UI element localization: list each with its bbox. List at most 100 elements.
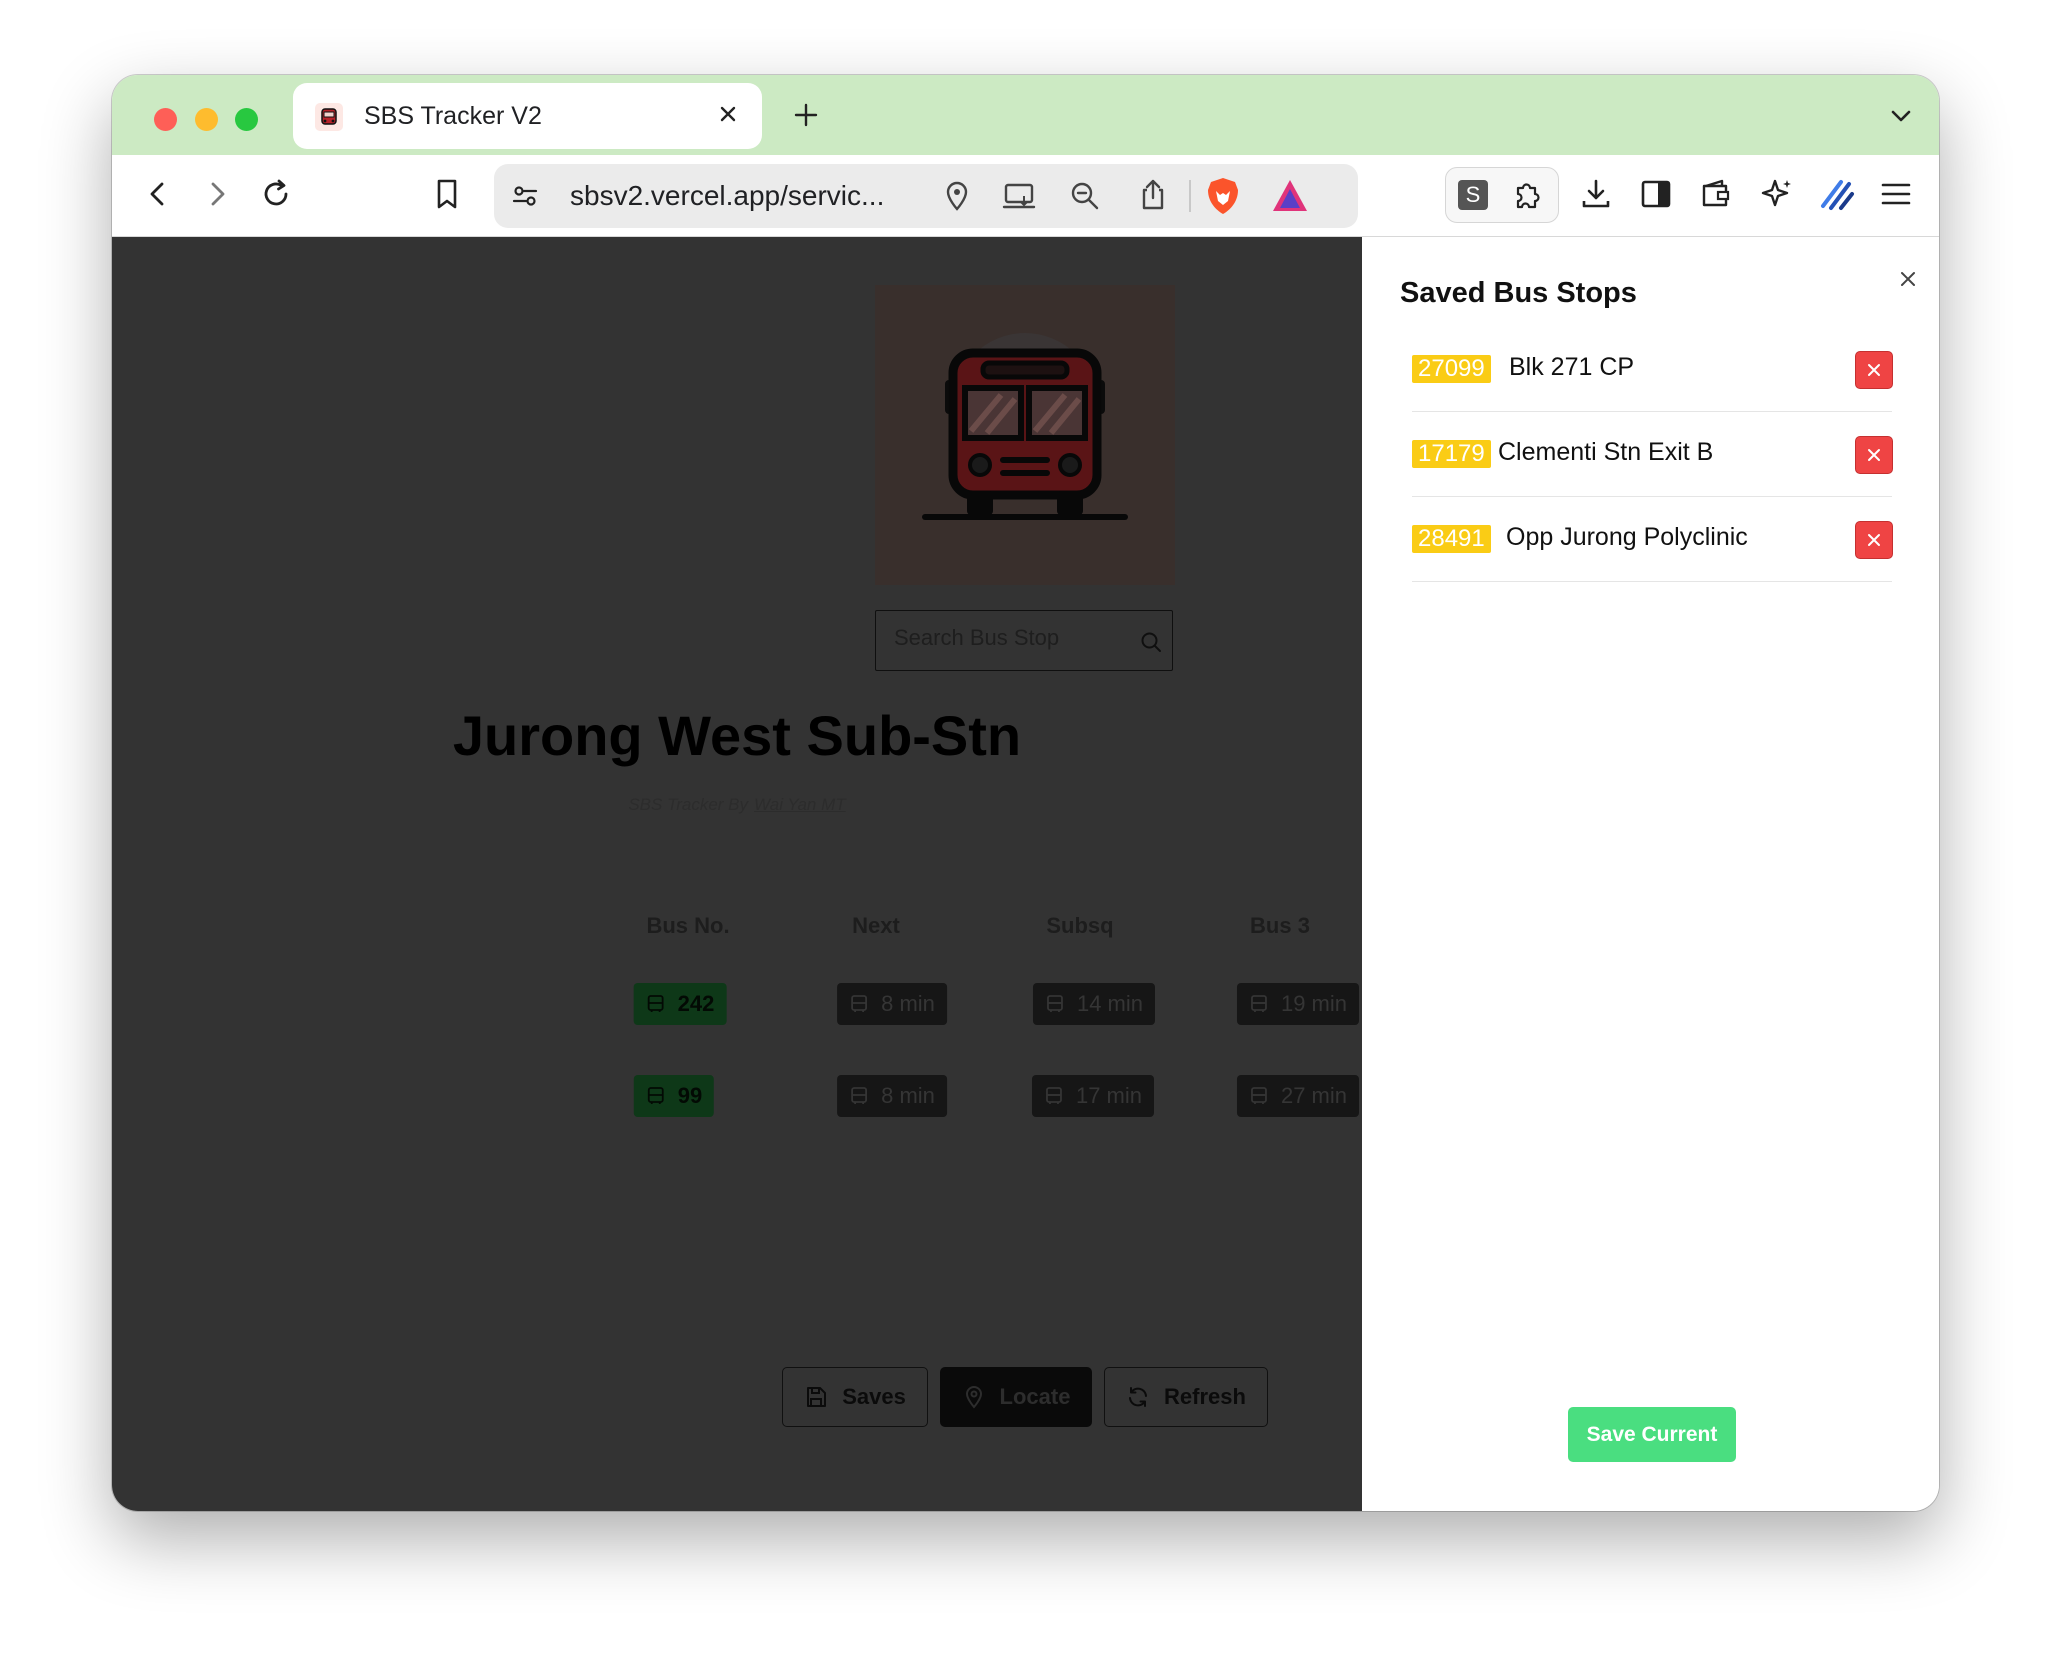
- address-bar-divider: [1189, 180, 1191, 212]
- reload-icon[interactable]: [259, 177, 293, 211]
- stop-name: Blk 271 CP: [1509, 353, 1635, 381]
- bus-number-pill[interactable]: 99: [633, 1075, 715, 1117]
- browser-window: SBS Tracker V2 sbsv2.vercel.app/servic..…: [112, 75, 1939, 1511]
- bus-icon: [851, 1087, 868, 1104]
- browser-toolbar: sbsv2.vercel.app/servic... S: [112, 155, 1939, 237]
- bus-icon: [647, 1087, 664, 1104]
- wallet-icon[interactable]: [1699, 177, 1733, 211]
- delete-stop-button[interactable]: [1855, 521, 1893, 559]
- search-icon[interactable]: [1140, 631, 1162, 653]
- refresh-icon: [1129, 1387, 1148, 1407]
- delete-stop-button[interactable]: [1855, 351, 1893, 389]
- bus-number: 99: [677, 1083, 703, 1108]
- author-link[interactable]: Wai Yan MT: [754, 795, 846, 814]
- maximize-window-button[interactable]: [235, 108, 258, 131]
- brave-rewards-icon[interactable]: [1270, 177, 1310, 215]
- next-arrival-pill: 8 min: [837, 983, 947, 1025]
- panel-title: Saved Bus Stops: [1400, 277, 1637, 309]
- leo-ai-sparkle-icon[interactable]: [1759, 176, 1795, 212]
- close-panel-icon[interactable]: [1894, 265, 1922, 293]
- column-header-next: Next: [852, 913, 900, 938]
- column-header-bus-no: Bus No.: [646, 913, 730, 938]
- locate-label: Locate: [999, 1384, 1071, 1409]
- bus-stop-title: Jurong West Sub-Stn: [452, 704, 1022, 767]
- column-header-bus-3: Bus 3: [1250, 913, 1310, 938]
- saved-stop-row[interactable]: 17179 Clementi Stn Exit B: [1412, 412, 1893, 497]
- bus-logo-image: [875, 285, 1175, 585]
- address-bar[interactable]: sbsv2.vercel.app/servic...: [494, 164, 1358, 228]
- bus-illustration-icon: [922, 333, 1128, 520]
- refresh-button[interactable]: Refresh: [1104, 1367, 1268, 1427]
- locate-button[interactable]: Locate: [940, 1367, 1092, 1427]
- minimize-window-button[interactable]: [195, 108, 218, 131]
- next-arrival-pill: 8 min: [837, 1075, 947, 1117]
- bus-icon: [1046, 1087, 1062, 1104]
- download-icon[interactable]: [1579, 177, 1613, 211]
- arrival-time: 17 min: [1075, 1083, 1143, 1108]
- bus-icon: [1047, 995, 1063, 1012]
- third-arrival-pill: 27 min: [1236, 1075, 1360, 1117]
- main-page-dimmed[interactable]: Jurong West Sub-Stn SBS Tracker By Wai Ya…: [112, 237, 1362, 1511]
- hamburger-menu-icon[interactable]: [1879, 177, 1913, 211]
- delete-stop-button[interactable]: [1855, 436, 1893, 474]
- bus-icon: [647, 995, 664, 1012]
- arrival-time: 27 min: [1280, 1083, 1348, 1108]
- stop-name: Clementi Stn Exit B: [1498, 438, 1714, 466]
- tab-active[interactable]: SBS Tracker V2: [293, 83, 762, 149]
- bus-number-pill[interactable]: 242: [633, 983, 727, 1025]
- saved-bus-stops-panel: Saved Bus Stops 27099 Blk 271 CP 17179 C…: [1362, 237, 1939, 1511]
- save-disk-icon: [807, 1387, 827, 1407]
- stop-name: Opp Jurong Polyclinic: [1506, 523, 1748, 551]
- arrival-time: 19 min: [1280, 991, 1348, 1016]
- close-tab-icon[interactable]: [713, 99, 743, 129]
- subsequent-arrival-pill: 14 min: [1032, 983, 1156, 1025]
- share-icon[interactable]: [1138, 178, 1168, 212]
- refresh-label: Refresh: [1164, 1384, 1246, 1409]
- close-x-icon: [1868, 449, 1880, 461]
- vpn-icon[interactable]: [1819, 176, 1855, 212]
- stop-code-badge: 28491: [1412, 525, 1491, 553]
- bus-favicon-icon: [315, 103, 343, 131]
- bus-number: 242: [677, 991, 715, 1016]
- sidebar-toggle-icon[interactable]: [1639, 177, 1673, 211]
- bookmark-icon[interactable]: [432, 177, 462, 211]
- search-bus-stop-box[interactable]: [875, 610, 1173, 671]
- close-x-icon: [1868, 364, 1880, 376]
- saved-stop-row[interactable]: 27099 Blk 271 CP: [1412, 327, 1893, 412]
- tab-title: SBS Tracker V2: [364, 102, 542, 130]
- bus-icon: [851, 995, 868, 1012]
- close-window-button[interactable]: [154, 108, 177, 131]
- cast-screen-icon[interactable]: [1002, 181, 1036, 211]
- saves-label: Saves: [842, 1384, 906, 1409]
- brave-shields-icon[interactable]: [1205, 176, 1241, 216]
- back-arrow-icon[interactable]: [142, 178, 174, 210]
- extensions-group: S: [1445, 167, 1559, 223]
- subsequent-arrival-pill: 17 min: [1031, 1075, 1155, 1117]
- bus-icon: [1251, 1087, 1267, 1104]
- zoom-out-icon[interactable]: [1069, 180, 1101, 212]
- extension-s-icon[interactable]: S: [1458, 180, 1488, 210]
- location-pin-icon[interactable]: [942, 180, 972, 212]
- column-header-subsq: Subsq: [1046, 913, 1114, 938]
- site-settings-icon[interactable]: [510, 181, 540, 211]
- arrival-time: 8 min: [881, 1083, 935, 1108]
- search-bus-stop-input[interactable]: [894, 625, 1124, 651]
- puzzle-extensions-icon[interactable]: [1510, 178, 1544, 212]
- saves-button[interactable]: Saves: [782, 1367, 928, 1427]
- tab-list-chevron-icon[interactable]: [1888, 103, 1914, 129]
- credit-line: SBS Tracker By Wai Yan MT: [112, 795, 1362, 815]
- saved-stop-row[interactable]: 28491 Opp Jurong Polyclinic: [1412, 497, 1893, 582]
- arrival-time: 14 min: [1076, 991, 1144, 1016]
- arrival-time: 8 min: [881, 991, 935, 1016]
- map-pin-icon: [965, 1386, 982, 1409]
- page-viewport: Jurong West Sub-Stn SBS Tracker By Wai Ya…: [112, 237, 1939, 1511]
- stop-code-badge: 17179: [1412, 440, 1491, 468]
- save-current-button[interactable]: Save Current: [1568, 1407, 1736, 1462]
- tab-strip: SBS Tracker V2: [112, 75, 1939, 155]
- new-tab-icon[interactable]: [792, 101, 820, 129]
- credit-prefix: SBS Tracker By: [628, 795, 748, 814]
- close-x-icon: [1868, 534, 1880, 546]
- forward-arrow-icon[interactable]: [201, 178, 233, 210]
- stop-code-badge: 27099: [1412, 355, 1491, 383]
- third-arrival-pill: 19 min: [1236, 983, 1360, 1025]
